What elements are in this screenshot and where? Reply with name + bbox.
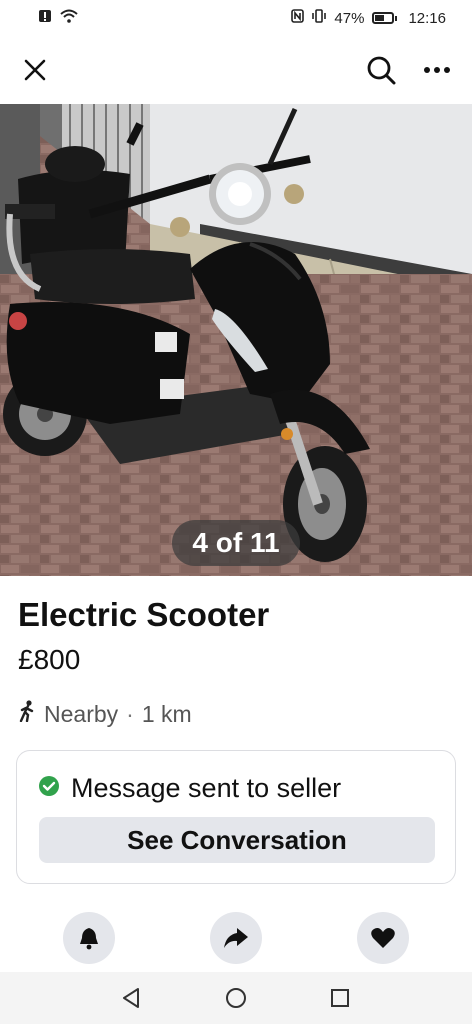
battery-icon (372, 12, 398, 24)
save-button[interactable] (357, 912, 409, 964)
listing-price: £800 (18, 644, 81, 675)
system-nav-bar (0, 972, 472, 1024)
recents-icon (331, 989, 349, 1007)
photo-counter: 4 of 11 (172, 520, 300, 566)
home-button[interactable] (216, 978, 256, 1018)
recents-button[interactable] (320, 978, 360, 1018)
notify-button[interactable] (63, 912, 115, 964)
scooter-photo-illustration (0, 104, 472, 576)
listing-title: Electric Scooter (18, 596, 270, 633)
walking-icon (18, 700, 36, 728)
search-icon (367, 56, 396, 85)
nfc-icon (291, 9, 305, 27)
back-button[interactable] (112, 978, 152, 1018)
listing-photo[interactable] (0, 104, 472, 576)
battery-percent: 47% (334, 9, 365, 27)
message-status-text: Message sent to seller (71, 773, 342, 803)
top-bar (0, 42, 472, 98)
back-icon (123, 988, 139, 1008)
check-circle-icon (39, 776, 59, 801)
status-bar: 47% 12:16 (0, 0, 472, 36)
separator: · (126, 700, 134, 727)
message-status-row: Message sent to seller (39, 773, 341, 804)
more-button[interactable] (420, 53, 454, 87)
location-label: Nearby (44, 700, 119, 727)
status-right: 47% 12:16 (291, 9, 446, 27)
more-icon (424, 67, 450, 73)
share-button[interactable] (210, 912, 262, 964)
search-button[interactable] (364, 53, 398, 87)
wifi-icon (60, 9, 78, 27)
status-left (38, 9, 78, 27)
message-card: Message sent to seller See Conversation (16, 750, 456, 884)
heart-icon (371, 928, 395, 948)
top-actions (364, 53, 454, 87)
alert-icon (38, 9, 52, 27)
share-icon (224, 928, 248, 948)
clock: 12:16 (408, 9, 446, 27)
see-conversation-button[interactable]: See Conversation (39, 817, 435, 863)
location-row: Nearby · 1 km (18, 700, 192, 728)
action-row (0, 912, 472, 966)
distance-label: 1 km (141, 700, 192, 727)
close-icon (24, 59, 46, 81)
vibrate-icon (312, 9, 327, 27)
home-icon (226, 988, 246, 1008)
close-button[interactable] (18, 53, 52, 87)
bell-icon (80, 928, 98, 950)
